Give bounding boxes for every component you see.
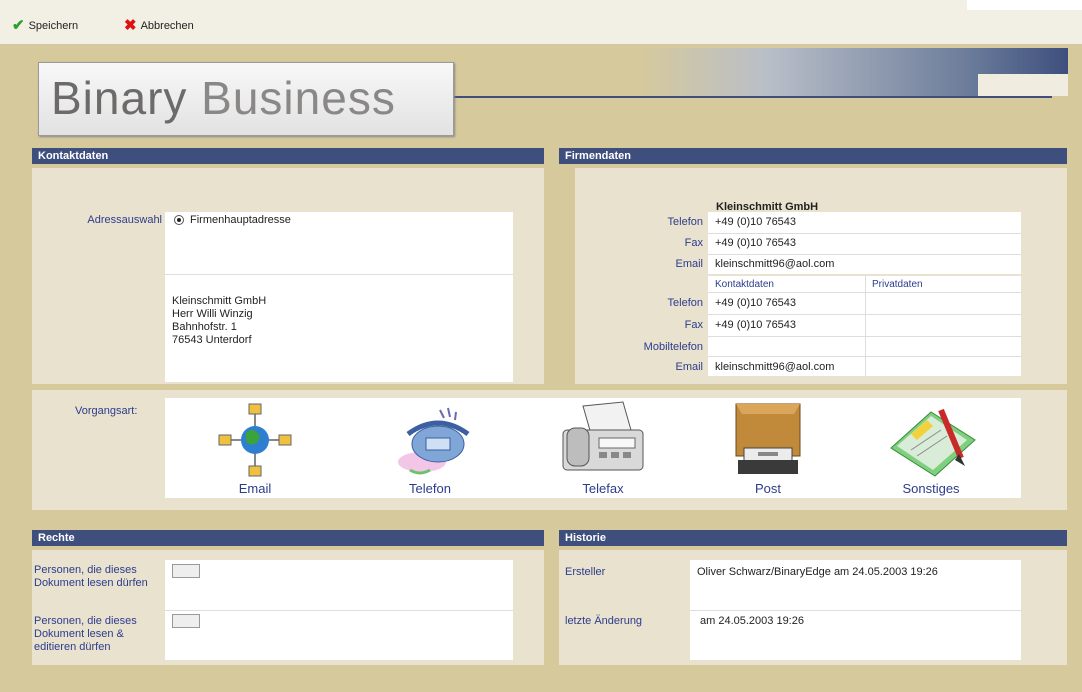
vorgang-telefon-label: Telefon	[409, 481, 451, 496]
email-value: kleinschmitt96@aol.com	[715, 258, 835, 270]
ersteller-value: Oliver Schwarz/BinaryEdge am 24.05.2003 …	[697, 566, 938, 578]
cancel-button[interactable]: ✖ Abbrechen	[124, 17, 194, 34]
banner: Binary Business	[38, 48, 1068, 158]
address-line: Herr Willi Winzig	[172, 308, 253, 320]
k-fax-value: +49 (0)10 76543	[715, 319, 797, 331]
vorgang-post-label: Post	[754, 481, 781, 496]
column-kontaktdaten: Kontaktdaten	[715, 279, 774, 290]
historie-header: Historie	[559, 530, 1067, 546]
notepad-pencil-icon	[890, 408, 976, 477]
address-divider	[165, 274, 513, 275]
mailbox-icon	[735, 403, 801, 474]
fax-value: +49 (0)10 76543	[715, 237, 797, 249]
row-divider	[165, 610, 513, 611]
toolbar: ✔ Speichern ✖ Abbrechen	[0, 0, 1082, 45]
logo-text: Binary Business	[51, 71, 396, 125]
kontaktdaten-header: Kontaktdaten	[32, 148, 544, 164]
row-divider	[708, 292, 1021, 293]
toolbar-right-area	[967, 0, 1082, 10]
aenderung-value: am 24.05.2003 19:26	[700, 615, 804, 627]
banner-line	[452, 96, 1052, 98]
k-telefon-value: +49 (0)10 76543	[715, 297, 797, 309]
adressauswahl-label: Adressauswahl	[87, 214, 162, 226]
telefon-label: Telefon	[667, 216, 703, 228]
row-divider	[690, 610, 1021, 611]
row-divider	[708, 336, 1021, 337]
adress-option[interactable]: Firmenhauptadresse	[174, 214, 291, 226]
radio-button[interactable]	[174, 215, 184, 225]
row-divider	[708, 314, 1021, 315]
row-divider	[708, 233, 1021, 234]
vorgang-telefon[interactable]: Telefon	[380, 400, 480, 496]
vorgang-telefax[interactable]: Telefax	[553, 400, 653, 496]
column-divider	[865, 276, 866, 376]
rechte-header: Rechte	[32, 530, 544, 546]
banner-highlight	[978, 74, 1068, 96]
k-email-value: kleinschmitt96@aol.com	[715, 361, 835, 373]
x-icon: ✖	[124, 17, 137, 34]
firmendaten-header: Firmendaten	[559, 148, 1067, 164]
k-mobil-label: Mobiltelefon	[643, 341, 703, 353]
vorgangsart-label: Vorgangsart:	[75, 405, 138, 417]
address-line: 76543 Unterdorf	[172, 334, 252, 346]
vorgang-sonstiges[interactable]: Sonstiges	[881, 400, 981, 496]
aenderung-label: letzte Änderung	[565, 615, 643, 627]
vorgang-post[interactable]: Post	[718, 400, 818, 496]
save-button[interactable]: ✔ Speichern	[12, 17, 79, 34]
globe-network-icon	[218, 403, 292, 477]
edit-permission-label: Personen, die dieses Dokument lesen & ed…	[34, 615, 137, 653]
vorgang-email[interactable]: Email	[205, 400, 305, 496]
ersteller-label: Ersteller	[565, 566, 606, 578]
row-divider	[708, 356, 1021, 357]
save-label: Speichern	[28, 20, 79, 32]
row-divider	[708, 254, 1021, 255]
telefon-value: +49 (0)10 76543	[715, 216, 797, 228]
logo-word-2: Business	[201, 72, 396, 124]
address-line: Kleinschmitt GmbH	[172, 295, 267, 307]
checkmark-icon: ✔	[12, 17, 25, 34]
fax-label: Fax	[684, 237, 703, 249]
k-email-label: Email	[675, 361, 703, 373]
read-permission-picker[interactable]	[172, 564, 200, 578]
read-permission-label: Personen, die dieses Dokument lesen dürf…	[34, 564, 148, 589]
dropdown-icon[interactable]	[172, 564, 200, 578]
column-privatdaten: Privatdaten	[872, 279, 923, 290]
address-text: Kleinschmitt GmbH Herr Willi Winzig Bahn…	[172, 295, 266, 347]
email-label: Email	[675, 258, 703, 270]
fax-machine-icon	[562, 401, 644, 471]
cancel-label: Abbrechen	[140, 20, 194, 32]
k-telefon-label: Telefon	[667, 297, 703, 309]
logo-word-1: Binary	[51, 72, 188, 124]
dropdown-icon[interactable]	[172, 614, 200, 628]
vorgang-sonstiges-label: Sonstiges	[902, 481, 960, 496]
k-fax-label: Fax	[684, 319, 703, 331]
vorgang-telefax-label: Telefax	[582, 481, 624, 496]
edit-permission-picker[interactable]	[172, 614, 200, 628]
vorgang-email-label: Email	[238, 481, 272, 496]
address-line: Bahnhofstr. 1	[172, 321, 237, 333]
adress-option-label: Firmenhauptadresse	[190, 214, 291, 226]
logo: Binary Business	[38, 62, 454, 136]
telephone-icon	[398, 407, 470, 475]
